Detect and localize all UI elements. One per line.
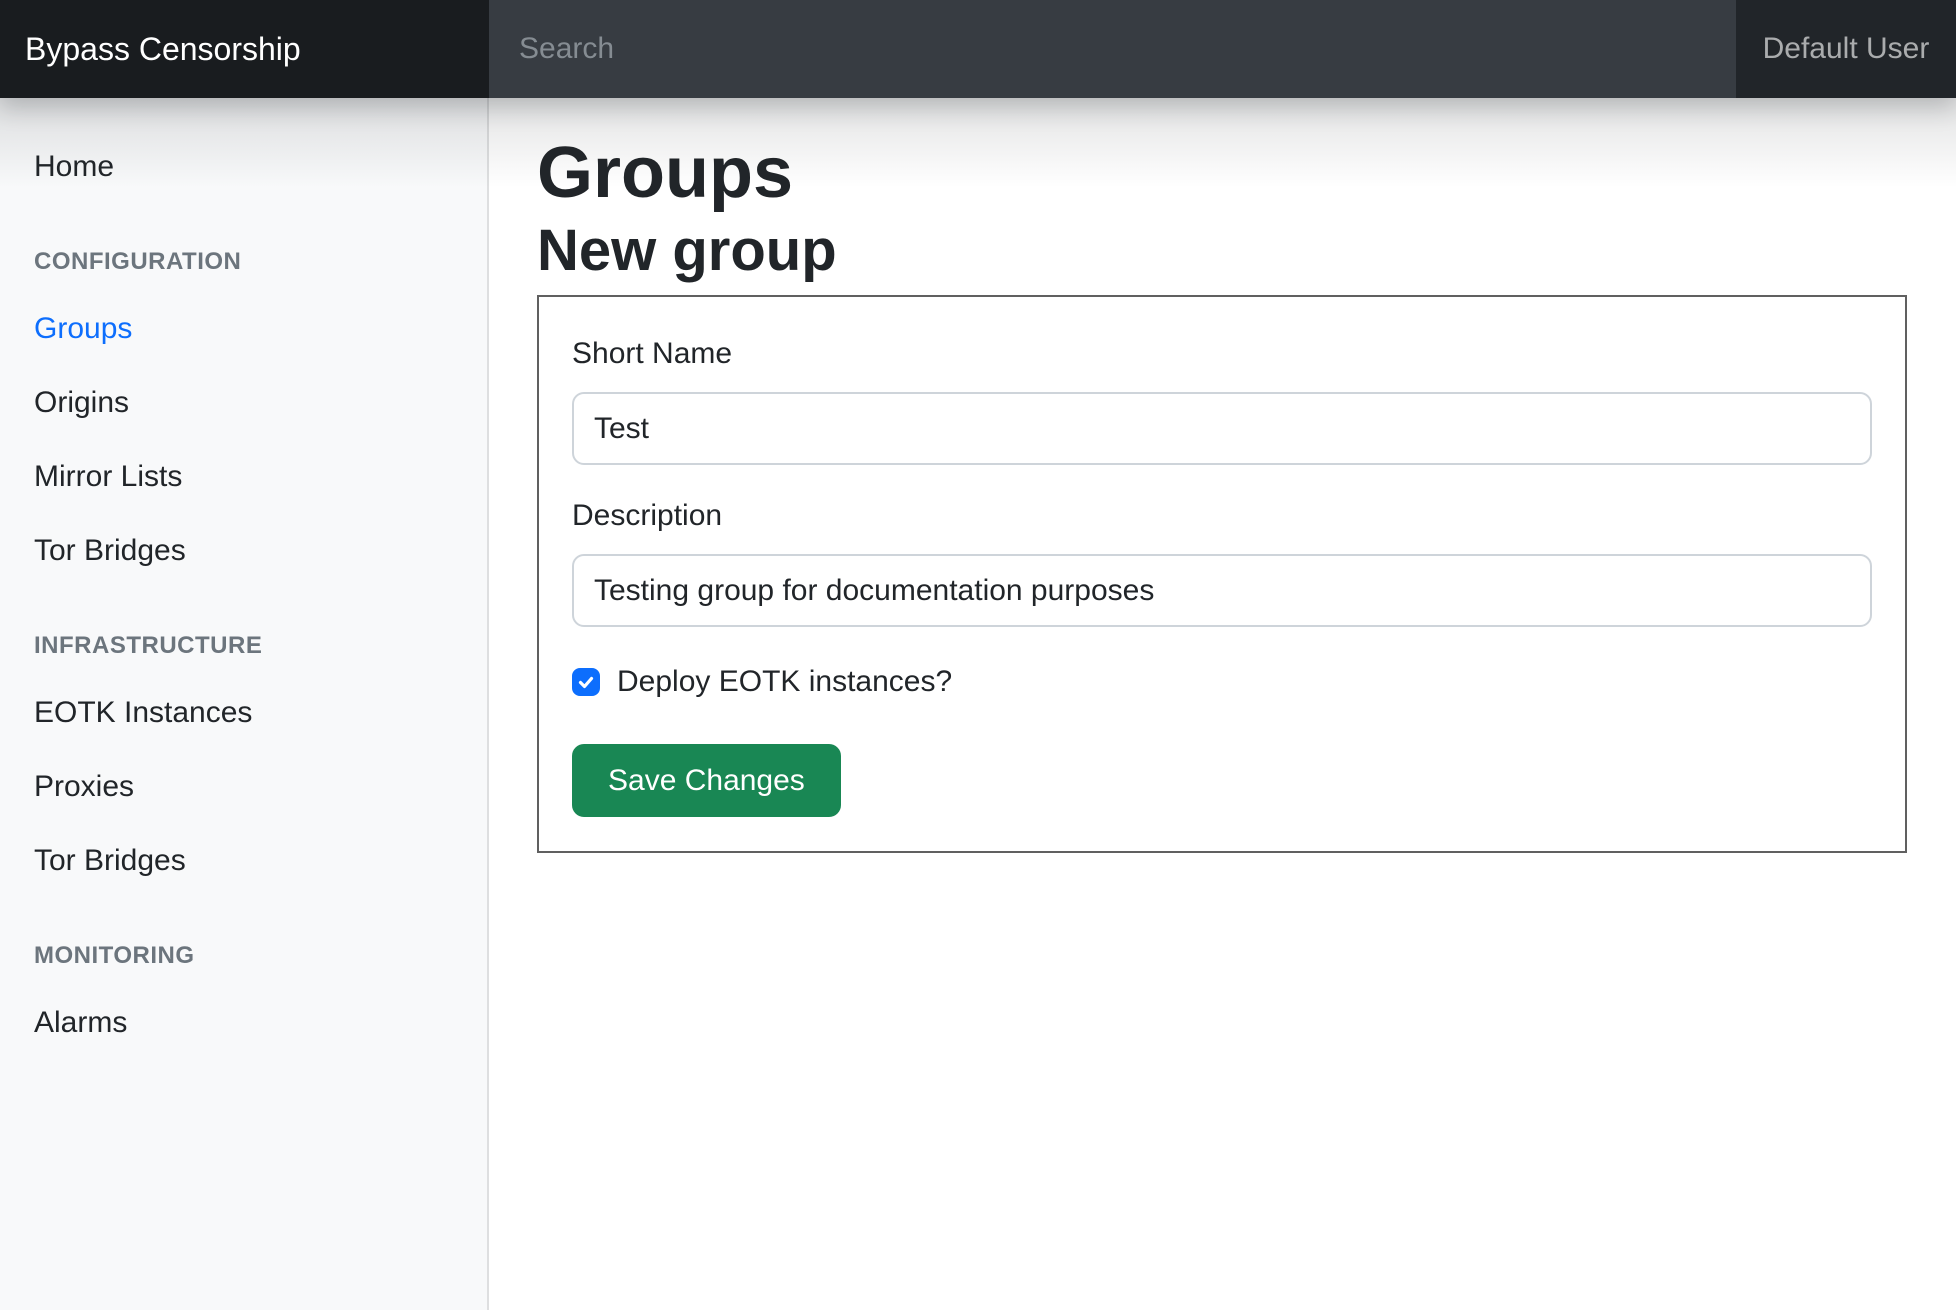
user-menu-label: Default User [1763, 32, 1930, 66]
deploy-eotk-checkbox[interactable] [572, 668, 600, 696]
sidebar-heading-configuration: CONFIGURATION [0, 232, 489, 292]
sidebar-nav: Home CONFIGURATION Groups Origins Mirror… [0, 98, 489, 1310]
sidebar-item-mirror-lists[interactable]: Mirror Lists [0, 440, 489, 514]
user-menu[interactable]: Default User [1736, 0, 1956, 98]
main-content: Groups New group Short Name Description … [489, 98, 1956, 1310]
deploy-eotk-row: Deploy EOTK instances? [572, 659, 1872, 704]
sidebar-heading-infrastructure: INFRASTRUCTURE [0, 616, 489, 676]
sidebar-item-proxies[interactable]: Proxies [0, 750, 489, 824]
description-input[interactable] [572, 554, 1872, 627]
page-layout: Home CONFIGURATION Groups Origins Mirror… [0, 98, 1956, 1310]
sidebar-item-eotk-instances[interactable]: EOTK Instances [0, 676, 489, 750]
sidebar-item-tor-bridges-infra[interactable]: Tor Bridges [0, 824, 489, 898]
check-icon [576, 672, 596, 692]
save-changes-button[interactable]: Save Changes [572, 744, 841, 817]
page-subtitle: New group [537, 216, 1907, 286]
app-brand[interactable]: Bypass Censorship [0, 0, 489, 98]
sidebar-item-home[interactable]: Home [0, 130, 489, 204]
sidebar-item-origins[interactable]: Origins [0, 366, 489, 440]
navbar-search [489, 0, 1736, 98]
deploy-eotk-label[interactable]: Deploy EOTK instances? [617, 659, 952, 704]
sidebar-item-groups[interactable]: Groups [0, 292, 489, 366]
sidebar-item-tor-bridges-config[interactable]: Tor Bridges [0, 514, 489, 588]
sidebar-item-alarms[interactable]: Alarms [0, 986, 489, 1060]
page-title: Groups [537, 130, 1907, 216]
short-name-input[interactable] [572, 392, 1872, 465]
description-label: Description [572, 493, 1872, 538]
app-brand-label: Bypass Censorship [25, 31, 301, 68]
description-group: Description [572, 493, 1872, 627]
short-name-group: Short Name [572, 331, 1872, 465]
sidebar-heading-monitoring: MONITORING [0, 926, 489, 986]
short-name-label: Short Name [572, 331, 1872, 376]
search-input[interactable] [489, 0, 1736, 98]
new-group-form: Short Name Description Deploy EOTK insta… [537, 295, 1907, 853]
top-navbar: Bypass Censorship Default User [0, 0, 1956, 98]
